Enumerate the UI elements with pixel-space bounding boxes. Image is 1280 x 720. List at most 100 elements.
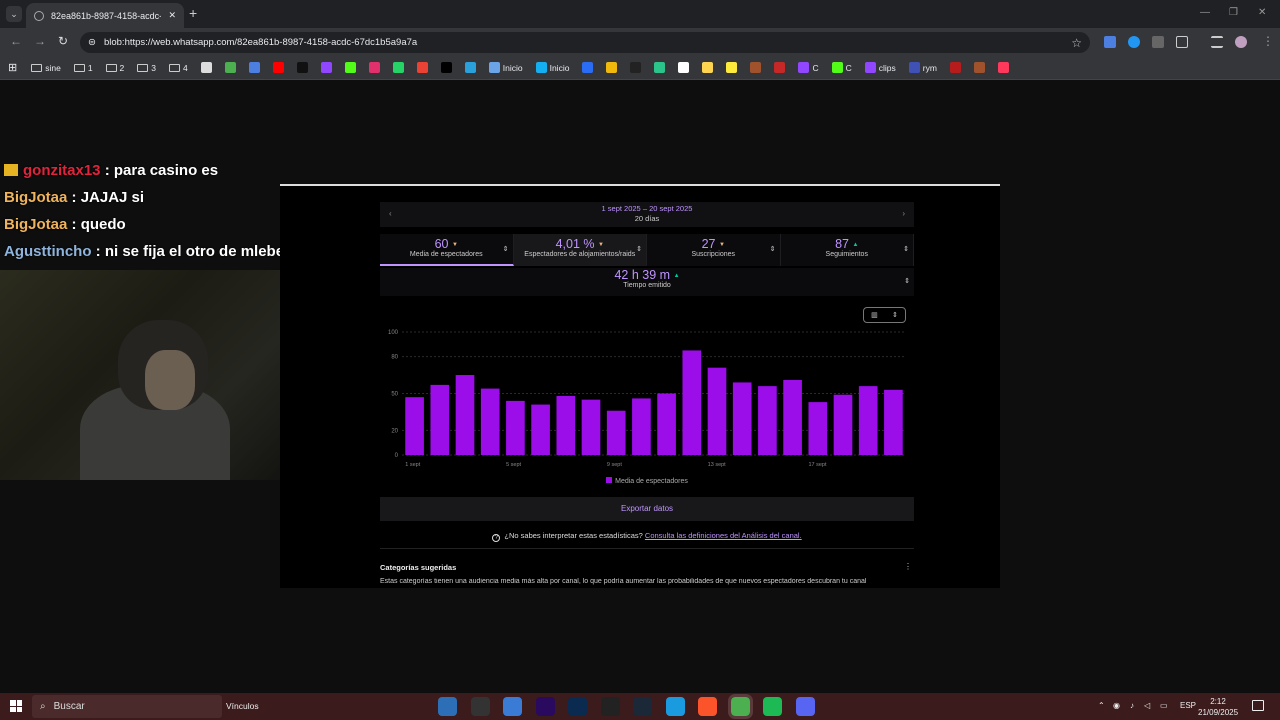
network-icon[interactable]: ▭	[1160, 701, 1168, 710]
photoshop-icon[interactable]	[568, 697, 587, 716]
microphone-icon[interactable]: ♪	[1130, 701, 1134, 710]
restore-button[interactable]: ❐	[1229, 7, 1238, 18]
bookmark-item[interactable]	[199, 62, 214, 73]
export-data-button[interactable]: Exportar datos	[380, 497, 914, 521]
bookmark-item[interactable]: rym	[907, 62, 939, 73]
bar[interactable]	[707, 367, 727, 455]
next-range-arrow-icon[interactable]: ›	[902, 209, 905, 218]
bar[interactable]	[732, 382, 752, 455]
translate-extension-icon[interactable]	[1104, 36, 1116, 48]
bookmark-item[interactable]: 1	[72, 63, 95, 73]
bookmark-item[interactable]	[343, 62, 358, 73]
discord-icon[interactable]	[795, 697, 815, 716]
bookmark-item[interactable]	[676, 62, 691, 73]
menu-dots-icon[interactable]: ⋮	[1262, 34, 1274, 48]
c-app-icon[interactable]	[503, 697, 522, 716]
bookmark-item[interactable]: Inicio	[487, 62, 525, 73]
bar[interactable]	[833, 394, 853, 455]
minimize-button[interactable]: —	[1200, 7, 1210, 18]
bookmark-item[interactable]: C	[830, 62, 854, 73]
reload-button[interactable]: ↻	[58, 34, 68, 48]
file-explorer-icon[interactable]	[438, 697, 457, 716]
brave-icon[interactable]	[698, 697, 717, 716]
extension-icon[interactable]	[1128, 36, 1140, 48]
taskbar-search[interactable]: ⌕ Buscar	[32, 695, 222, 718]
bookmark-item[interactable]	[772, 62, 787, 73]
bar[interactable]	[758, 386, 777, 455]
bookmark-item[interactable]: C	[796, 62, 820, 73]
bar[interactable]	[808, 402, 828, 455]
sort-icon[interactable]: ⇕	[903, 245, 909, 253]
bookmark-item[interactable]	[580, 62, 595, 73]
p-extension-icon[interactable]	[1152, 36, 1164, 48]
metric-tab[interactable]: 4,01 % ▼ Espectadores de alojamientos/rai…	[513, 234, 647, 266]
bookmark-item[interactable]	[271, 62, 286, 73]
bookmark-item[interactable]	[439, 62, 454, 73]
language-indicator[interactable]: ESP	[1180, 701, 1196, 710]
bookmark-item[interactable]	[247, 62, 262, 73]
bar[interactable]	[657, 393, 676, 456]
reading-list-icon[interactable]	[1211, 36, 1223, 48]
bar[interactable]	[783, 379, 802, 455]
speaker-icon[interactable]: ◁	[1144, 701, 1150, 710]
show-hidden-icons-chevron[interactable]: ⌃	[1098, 701, 1105, 710]
date-range[interactable]: 1 sept 2025 – 20 sept 2025	[380, 204, 914, 213]
bookmark-item[interactable]: 2	[104, 63, 127, 73]
bookmark-item[interactable]	[319, 62, 334, 73]
bookmark-item[interactable]	[972, 62, 987, 73]
obs-icon[interactable]	[470, 697, 490, 716]
more-options-icon[interactable]: ⋮	[904, 562, 912, 571]
extensions-puzzle-icon[interactable]	[1176, 36, 1188, 48]
bookmark-item[interactable]: Inicio	[534, 62, 572, 73]
bar[interactable]	[884, 389, 903, 455]
bookmark-item[interactable]	[463, 62, 478, 73]
links-toolbar[interactable]: Vínculos	[226, 701, 259, 711]
notification-icon[interactable]	[1252, 700, 1264, 711]
steam-icon[interactable]	[633, 697, 652, 716]
close-tab-icon[interactable]: ✕	[168, 10, 176, 21]
bookmark-item[interactable]	[628, 62, 643, 73]
epic-games-icon[interactable]	[600, 697, 620, 716]
bar[interactable]	[556, 395, 576, 455]
metric-tab[interactable]: 87 ▲ Seguimientos ⇕	[781, 234, 914, 266]
sort-icon[interactable]: ⇕	[636, 245, 642, 253]
gamepad-icon[interactable]: ◉	[1113, 701, 1120, 710]
bookmark-item[interactable]	[652, 62, 667, 73]
definitions-link[interactable]: Consulta las definiciones del Análisis d…	[645, 531, 802, 540]
bookmark-item[interactable]	[604, 62, 619, 73]
windows-start-icon[interactable]	[10, 700, 22, 712]
address-bar[interactable]: ⊜ blob:https://web.whatsapp.com/82ea861b…	[80, 32, 1090, 53]
bookmark-item[interactable]	[724, 62, 739, 73]
bar[interactable]	[606, 410, 626, 455]
premiere-icon[interactable]	[535, 697, 555, 716]
metric-time-streamed[interactable]: 42 h 39 m ▲ Tiempo emitido ⇕	[380, 268, 914, 296]
bookmark-item[interactable]	[996, 62, 1011, 73]
metric-tab[interactable]: 60 ▼ Media de espectadores ⇕	[380, 234, 514, 266]
bookmark-item[interactable]: 3	[135, 63, 158, 73]
bar[interactable]	[632, 398, 651, 455]
bar[interactable]	[858, 386, 878, 455]
bar[interactable]	[455, 375, 475, 455]
bar[interactable]	[506, 400, 525, 455]
spotify-icon[interactable]	[763, 697, 782, 716]
tab-search-button[interactable]: ⌄	[6, 6, 22, 22]
back-button[interactable]: ←	[10, 34, 22, 48]
bar[interactable]	[531, 404, 550, 455]
profile-avatar[interactable]	[1235, 36, 1247, 48]
bar[interactable]	[480, 388, 500, 455]
browser-tab[interactable]: 82ea861b-8987-4158-acdc-67c ✕	[26, 3, 184, 28]
bookmark-item[interactable]: sine	[29, 63, 63, 73]
chrome-icon[interactable]	[727, 694, 753, 719]
bookmark-item[interactable]	[415, 62, 430, 73]
bookmark-item[interactable]	[748, 62, 763, 73]
forward-button[interactable]: →	[34, 34, 46, 48]
bookmark-item[interactable]	[367, 62, 382, 73]
site-info-icon[interactable]: ⊜	[88, 37, 96, 48]
bar[interactable]	[430, 384, 450, 455]
bookmark-item[interactable]	[223, 62, 238, 73]
bookmark-item[interactable]: clips	[863, 62, 898, 73]
bookmark-item[interactable]	[700, 62, 715, 73]
bar[interactable]	[581, 399, 601, 455]
close-window-button[interactable]: ✕	[1258, 7, 1266, 18]
bookmark-star-icon[interactable]: ☆	[1071, 36, 1082, 50]
